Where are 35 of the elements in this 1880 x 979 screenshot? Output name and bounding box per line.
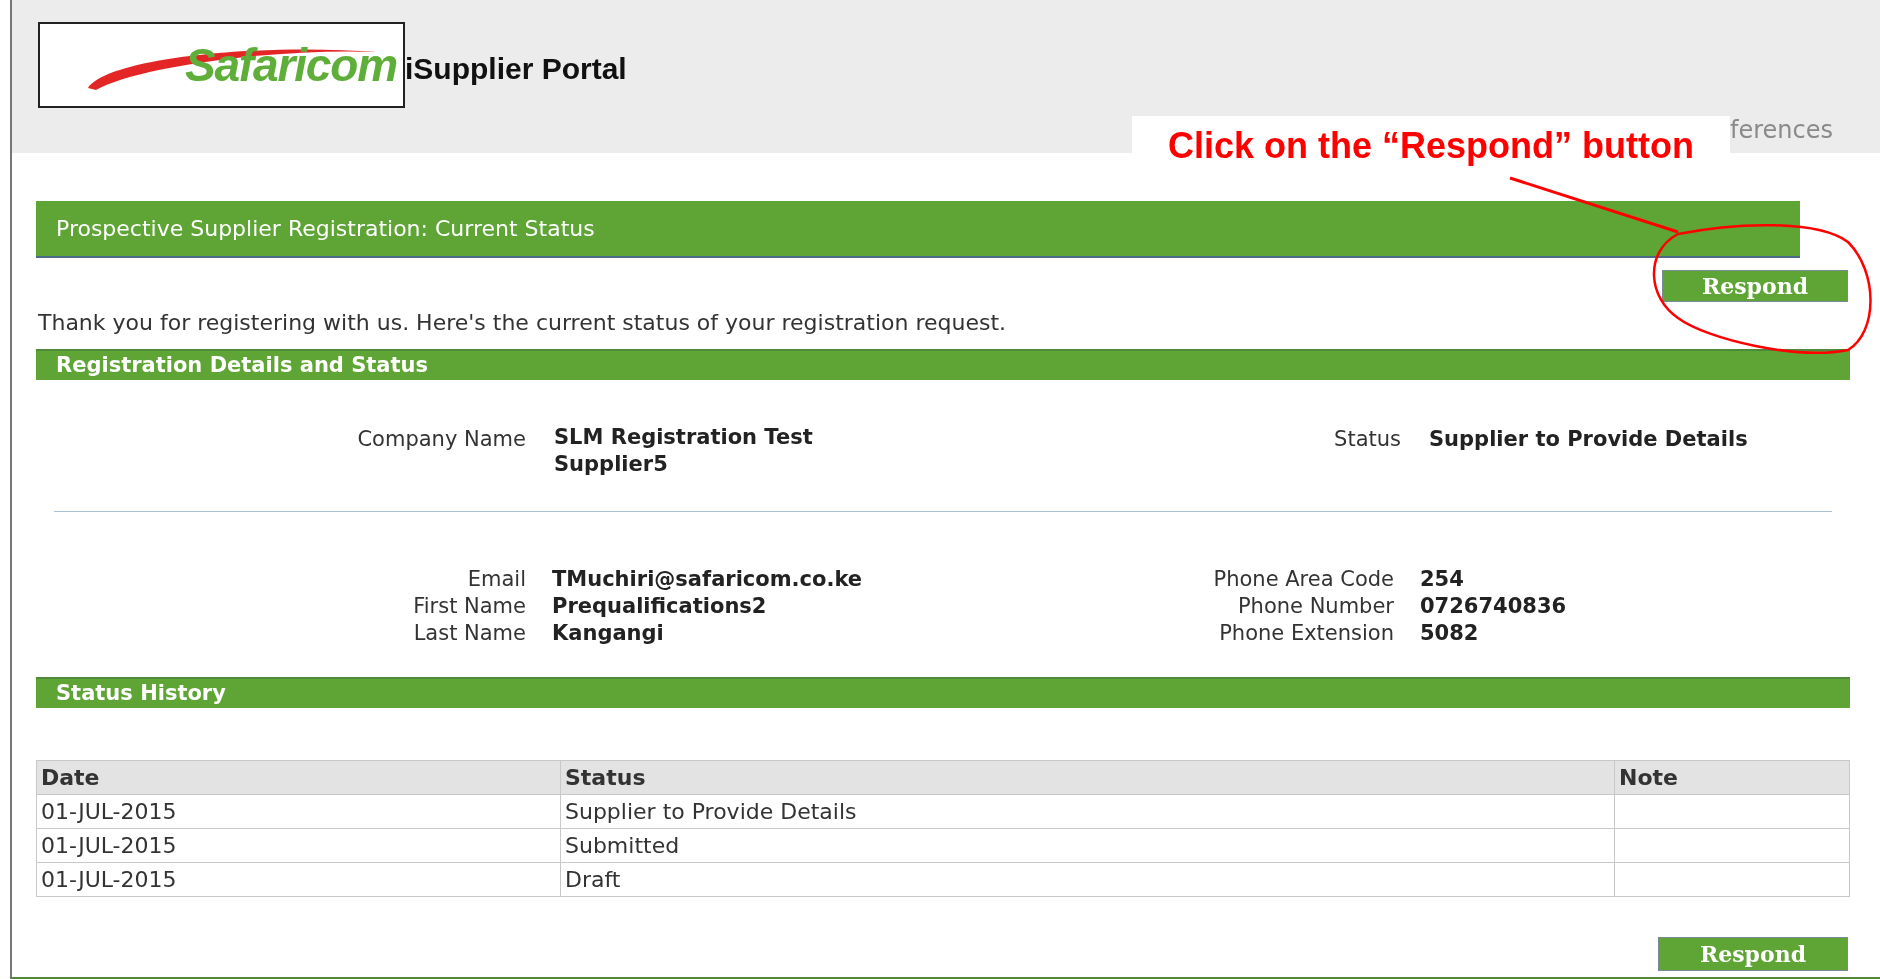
field-label: Phone Extension: [1218, 620, 1395, 647]
column-header: Status: [560, 760, 1615, 795]
field-value: Supplier to Provide Details: [1429, 426, 1748, 453]
field-label: Phone Area Code: [1212, 566, 1395, 593]
intro-text: Thank you for registering with us. Here's the current status of your registration request.: [38, 309, 1008, 337]
menu-link[interactable]: ferences: [1730, 112, 1833, 148]
portal-title: iSupplier Portal: [405, 51, 627, 87]
field-label: First Name: [412, 593, 527, 620]
section-header: Status History: [36, 677, 1850, 708]
section-header: Registration Details and Status: [36, 349, 1850, 380]
table-cell: Draft: [560, 862, 1615, 897]
field-label: Email: [466, 566, 527, 593]
field-label: Company Name: [356, 426, 527, 453]
table-cell: Supplier to Provide Details: [560, 794, 1615, 829]
field-value: Prequalifications2: [552, 593, 767, 620]
column-header: Date: [36, 760, 561, 795]
callout-text: Click on the “Respond” button: [1168, 128, 1694, 168]
table-cell: Submitted: [560, 828, 1615, 863]
table-cell: 01-JUL-2015: [36, 828, 561, 863]
field-label: Phone Number: [1236, 593, 1395, 620]
field-value: 0726740836: [1420, 593, 1567, 620]
logo-text: Safaricom: [184, 42, 397, 88]
field-value: TMuchiri@safaricom.co.ke: [552, 566, 863, 593]
field-value: Kangangi: [552, 620, 664, 647]
field-value: SLM Registration Test Supplier5: [554, 424, 814, 478]
field-value: 5082: [1420, 620, 1479, 647]
table-cell: 01-JUL-2015: [36, 862, 561, 897]
column-header: Note: [1614, 760, 1850, 795]
field-value: 254: [1420, 566, 1464, 593]
table-cell: 01-JUL-2015: [36, 794, 561, 829]
field-label: Status: [1333, 426, 1402, 453]
field-label: Last Name: [412, 620, 527, 647]
respond-button[interactable]: Respond: [1658, 937, 1848, 971]
page-title: Prospective Supplier Registration: Current Status: [56, 215, 595, 243]
respond-button[interactable]: Respond: [1662, 270, 1848, 302]
